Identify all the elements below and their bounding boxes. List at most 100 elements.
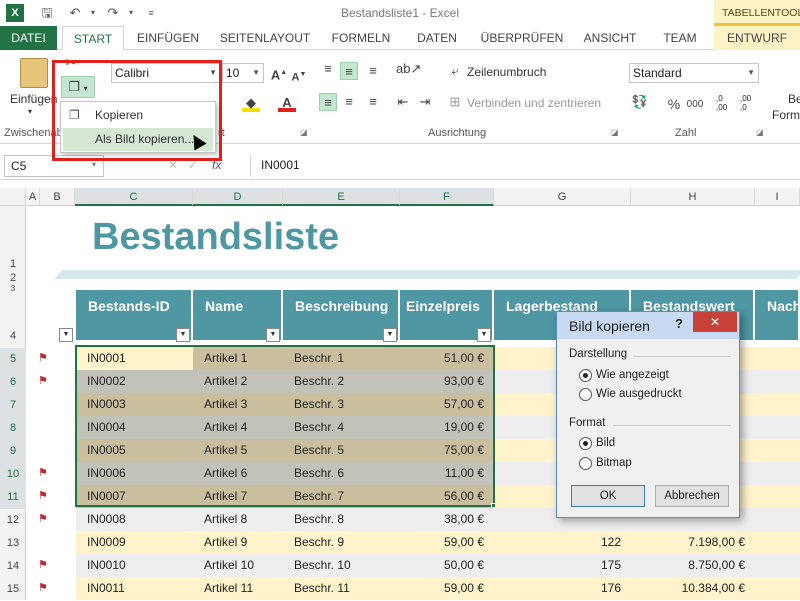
currency-icon[interactable]: 💱 xyxy=(631,93,649,111)
increase-decimal-button[interactable]: ,0 ,00 xyxy=(716,94,727,112)
tab-formeln[interactable]: FORMELN xyxy=(326,26,396,50)
ok-button[interactable]: OK xyxy=(571,485,645,507)
cell-description[interactable]: Beschr. 10 xyxy=(283,554,400,577)
cell-price[interactable]: 38,00 € xyxy=(400,508,494,531)
cell-id[interactable]: IN0010 xyxy=(76,554,193,577)
cell-name[interactable]: Artikel 8 xyxy=(193,508,283,531)
tab-ansicht[interactable]: ANSICHT xyxy=(578,26,642,50)
merge-center-icon[interactable]: ⊞ xyxy=(446,93,464,111)
column-header[interactable]: C xyxy=(75,188,193,206)
filter-dropdown-icon[interactable]: ▼ xyxy=(266,328,280,342)
tab-daten[interactable]: DATEN xyxy=(406,26,468,50)
select-all-corner[interactable] xyxy=(0,188,26,206)
format-table-button-cut[interactable]: Form xyxy=(772,108,800,122)
paste-dropdown-icon[interactable]: ▾ xyxy=(28,107,32,116)
column-header[interactable]: E xyxy=(283,188,400,206)
align-middle-icon[interactable]: ≡ xyxy=(340,62,358,80)
number-format-combo[interactable]: Standard ▼ xyxy=(629,63,759,83)
cell-name[interactable]: Artikel 10 xyxy=(193,554,283,577)
font-color-icon[interactable]: A xyxy=(278,94,296,112)
row-header[interactable]: 12 xyxy=(0,509,26,532)
shrink-font-icon[interactable]: A▼ xyxy=(290,66,308,84)
tab-datei[interactable]: DATEI xyxy=(0,26,57,50)
decrease-indent-icon[interactable]: ⇤ xyxy=(394,93,412,111)
cell-id[interactable]: IN0009 xyxy=(76,531,193,554)
column-header[interactable]: A xyxy=(26,188,40,206)
wrap-text-icon[interactable]: ⤶ xyxy=(446,62,464,80)
tab-team[interactable]: TEAM xyxy=(654,26,706,50)
row-header[interactable]: 6 xyxy=(0,371,26,394)
filter-dropdown-icon[interactable]: ▼ xyxy=(59,328,73,342)
wrap-text-button[interactable]: Zeilenumbruch xyxy=(467,65,546,79)
close-button[interactable]: ✕ xyxy=(693,312,737,332)
name-box-dropdown-icon[interactable]: ▾ xyxy=(92,160,96,169)
cell-value[interactable]: 8.750,00 € xyxy=(631,554,755,577)
formula-input[interactable]: IN0001 xyxy=(250,155,796,177)
row-header[interactable]: 10 xyxy=(0,463,26,486)
tab-ueberpruefen[interactable]: ÜBERPRÜFEN xyxy=(478,26,566,50)
cell-price[interactable]: 59,00 € xyxy=(400,531,494,554)
percent-button[interactable]: % xyxy=(665,95,683,113)
tab-einfuegen[interactable]: EINFÜGEN xyxy=(132,26,204,50)
cell-stock[interactable]: 176 xyxy=(494,577,631,600)
thousands-button[interactable]: 000 xyxy=(686,96,704,114)
decrease-decimal-button[interactable]: ,00 ,0 xyxy=(740,94,751,112)
cancel-button[interactable]: Abbrechen xyxy=(655,485,729,507)
grow-font-icon[interactable]: A▲ xyxy=(270,64,288,82)
merge-center-button[interactable]: Verbinden und zentrieren xyxy=(467,96,601,110)
row-header[interactable]: 7 xyxy=(0,394,26,417)
cell-description[interactable]: Beschr. 9 xyxy=(283,531,400,554)
row-header[interactable]: 8 xyxy=(0,417,26,440)
cell-price[interactable]: 59,00 € xyxy=(400,577,494,600)
picture-radio[interactable] xyxy=(579,437,592,450)
bitmap-radio[interactable] xyxy=(579,457,592,470)
copy-menu-item[interactable]: ❐ Kopieren xyxy=(63,104,213,127)
column-header[interactable]: F xyxy=(400,188,494,206)
align-bottom-icon[interactable]: ≡ xyxy=(364,62,382,80)
as-shown-label[interactable]: Wie angezeigt xyxy=(596,369,669,381)
orientation-icon[interactable]: ab↗ xyxy=(396,60,421,78)
row-header[interactable]: 5 xyxy=(0,348,26,371)
filter-dropdown-icon[interactable]: ▼ xyxy=(176,328,190,342)
as-printed-radio[interactable] xyxy=(579,388,592,401)
picture-label[interactable]: Bild xyxy=(596,437,615,449)
align-center-icon[interactable]: ≡ xyxy=(340,93,358,111)
row-header[interactable]: 9 xyxy=(0,440,26,463)
as-printed-label[interactable]: Wie ausgedruckt xyxy=(596,388,682,400)
row-header[interactable]: 15 xyxy=(0,578,26,601)
cell-description[interactable]: Beschr. 8 xyxy=(283,508,400,531)
row-header[interactable]: 4 xyxy=(0,330,26,342)
cell-id[interactable]: IN0011 xyxy=(76,577,193,600)
fill-color-icon[interactable]: ◆ xyxy=(242,94,260,112)
align-top-icon[interactable]: ≡ xyxy=(319,60,337,78)
cell-name[interactable]: Artikel 11 xyxy=(193,577,283,600)
cell-stock[interactable]: 175 xyxy=(494,554,631,577)
dialog-launcher-icon[interactable]: ◪ xyxy=(611,128,619,137)
row-header[interactable]: 13 xyxy=(0,532,26,555)
tab-seitenlayout[interactable]: SEITENLAYOUT xyxy=(216,26,314,50)
align-right-icon[interactable]: ≡ xyxy=(364,93,382,111)
column-header[interactable]: B xyxy=(40,188,75,206)
increase-indent-icon[interactable]: ⇥ xyxy=(416,93,434,111)
row-header[interactable]: 3 xyxy=(0,284,26,293)
column-header[interactable]: G xyxy=(494,188,631,206)
column-header[interactable]: H xyxy=(631,188,755,206)
row-header[interactable]: 2 xyxy=(0,272,26,284)
align-left-icon[interactable]: ≡ xyxy=(319,93,337,111)
bitmap-label[interactable]: Bitmap xyxy=(596,457,632,469)
paste-icon[interactable] xyxy=(20,58,48,88)
cell-description[interactable]: Beschr. 11 xyxy=(283,577,400,600)
cell-value[interactable]: 7.198,00 € xyxy=(631,531,755,554)
cell-name[interactable]: Artikel 9 xyxy=(193,531,283,554)
filter-dropdown-icon[interactable]: ▼ xyxy=(383,328,397,342)
cell-stock[interactable]: 122 xyxy=(494,531,631,554)
row-header[interactable]: 14 xyxy=(0,555,26,578)
help-button[interactable]: ? xyxy=(675,316,683,331)
filter-dropdown-icon[interactable]: ▼ xyxy=(477,328,491,342)
fill-handle[interactable] xyxy=(491,503,496,508)
conditional-format-button-cut[interactable]: Be xyxy=(788,92,800,106)
paste-button[interactable]: Einfügen xyxy=(10,92,57,106)
cell-price[interactable]: 50,00 € xyxy=(400,554,494,577)
as-shown-radio[interactable] xyxy=(579,369,592,382)
tab-entwurf[interactable]: ENTWURF xyxy=(714,26,800,50)
